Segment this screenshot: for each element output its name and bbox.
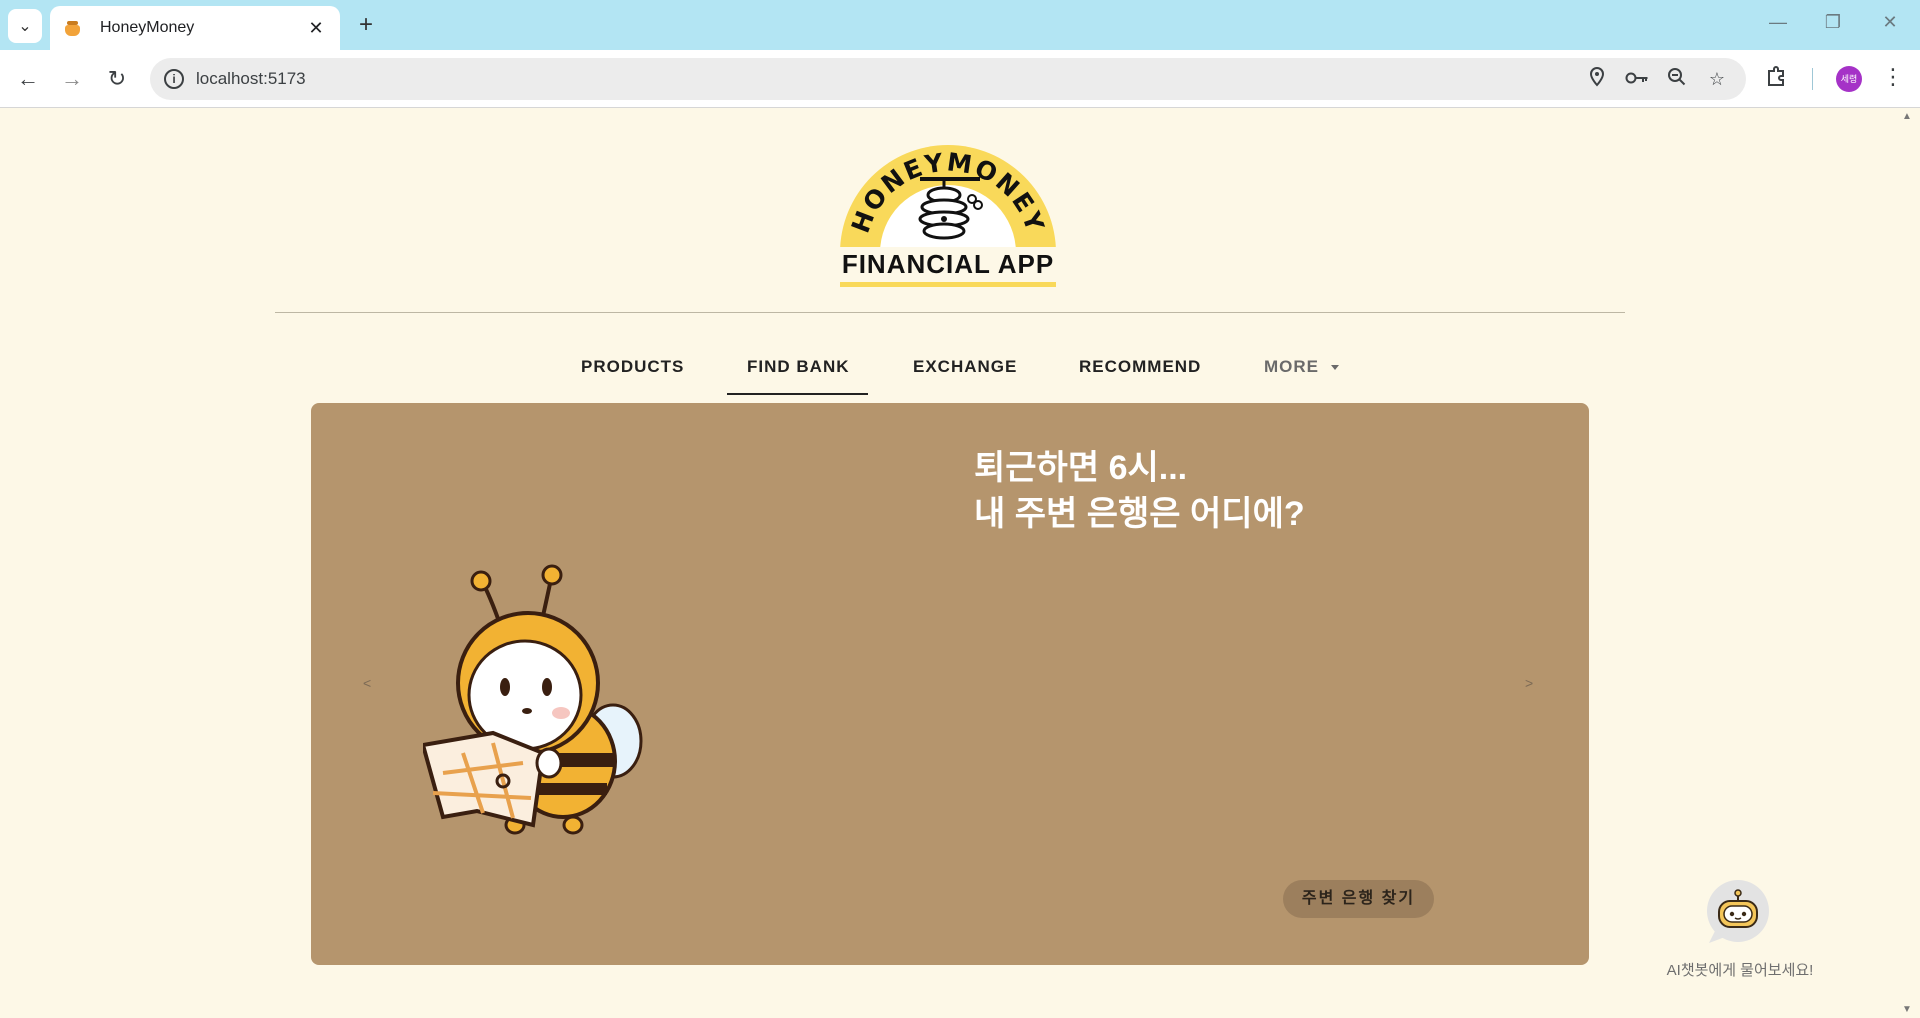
bookmark-star-icon[interactable]: ☆ [1704, 67, 1730, 91]
page-content: HONEYMONEY FINANCIAL APP PRODUCTS FIND B… [0, 109, 1920, 1018]
carousel-next-button[interactable]: > [1525, 675, 1533, 691]
browser-tab-bar: ⌄ HoneyMoney ✕ + — ❐ ✕ [0, 0, 1920, 50]
profile-avatar[interactable]: 세령 [1836, 66, 1862, 92]
chatbot-label: AI챗봇에게 물어보세요! [1666, 962, 1814, 979]
minimize-icon[interactable]: — [1766, 12, 1790, 33]
nav-recommend[interactable]: RECOMMEND [1079, 347, 1201, 387]
forward-arrow-icon[interactable]: → [56, 63, 88, 95]
banner-headline-line2: 내 주변 은행은 어디에? [974, 495, 1305, 533]
main-nav: PRODUCTS FIND BANK EXCHANGE RECOMMEND MO… [0, 347, 1920, 395]
nav-find-bank[interactable]: FIND BANK [727, 347, 867, 395]
zoom-out-icon[interactable] [1664, 67, 1690, 91]
back-arrow-icon[interactable]: ← [12, 63, 44, 95]
find-nearby-bank-button[interactable]: 주변 은행 찾기 [1283, 880, 1434, 918]
honey-pot-icon [64, 19, 82, 37]
toolbar-separator [1812, 68, 1813, 90]
carousel-prev-button[interactable]: < [363, 675, 371, 691]
key-icon[interactable] [1624, 67, 1650, 91]
url-text[interactable]: localhost:5173 [196, 69, 306, 89]
close-window-icon[interactable]: ✕ [1878, 12, 1902, 33]
bee-mascot-illustration [423, 564, 643, 835]
hero-banner: 퇴근하면 6시... 내 주변 은행은 어디에? < > 주변 은행 찾기 [311, 403, 1589, 965]
ai-chatbot-widget[interactable]: AI챗봇에게 물어보세요! [1650, 879, 1830, 989]
scrollbar-up-arrow[interactable]: ▲ [1902, 111, 1912, 122]
nav-products[interactable]: PRODUCTS [581, 347, 684, 387]
site-info-icon[interactable]: i [164, 69, 184, 89]
tab-search-icon: ⌄ [18, 18, 32, 35]
header-divider [275, 312, 1625, 313]
location-pin-icon[interactable] [1584, 66, 1610, 91]
browser-tab-active[interactable]: HoneyMoney ✕ [50, 6, 340, 50]
restore-icon[interactable]: ❐ [1821, 12, 1845, 33]
tab-search-button[interactable]: ⌄ [8, 9, 42, 43]
scrollbar-down-arrow[interactable]: ▼ [1902, 1004, 1912, 1015]
tab-title: HoneyMoney [100, 19, 195, 36]
nav-exchange[interactable]: EXCHANGE [913, 347, 1017, 387]
address-bar[interactable]: i localhost:5173 ☆ [150, 58, 1746, 100]
browser-toolbar: ← → ↻ i localhost:5173 ☆ 세령 ⋮ [0, 50, 1920, 108]
browser-menu-icon[interactable]: ⋮ [1882, 64, 1904, 90]
chatbot-robot-icon [1707, 880, 1769, 943]
banner-headline: 퇴근하면 6시... 내 주변 은행은 어디에? [974, 445, 1305, 537]
nav-more-label: MORE [1264, 357, 1319, 376]
banner-headline-line1: 퇴근하면 6시... [974, 449, 1188, 487]
new-tab-button[interactable]: + [352, 11, 380, 39]
logo-subtitle: FINANCIAL APP [836, 247, 1060, 282]
honeymoney-logo[interactable]: HONEYMONEY FINANCIAL APP [836, 135, 1060, 287]
reload-icon[interactable]: ↻ [101, 63, 133, 95]
nav-more-dropdown[interactable]: MORE [1264, 347, 1339, 387]
extensions-puzzle-icon[interactable] [1766, 65, 1788, 93]
caret-down-icon [1331, 365, 1339, 371]
tab-close-icon[interactable]: ✕ [306, 18, 326, 39]
